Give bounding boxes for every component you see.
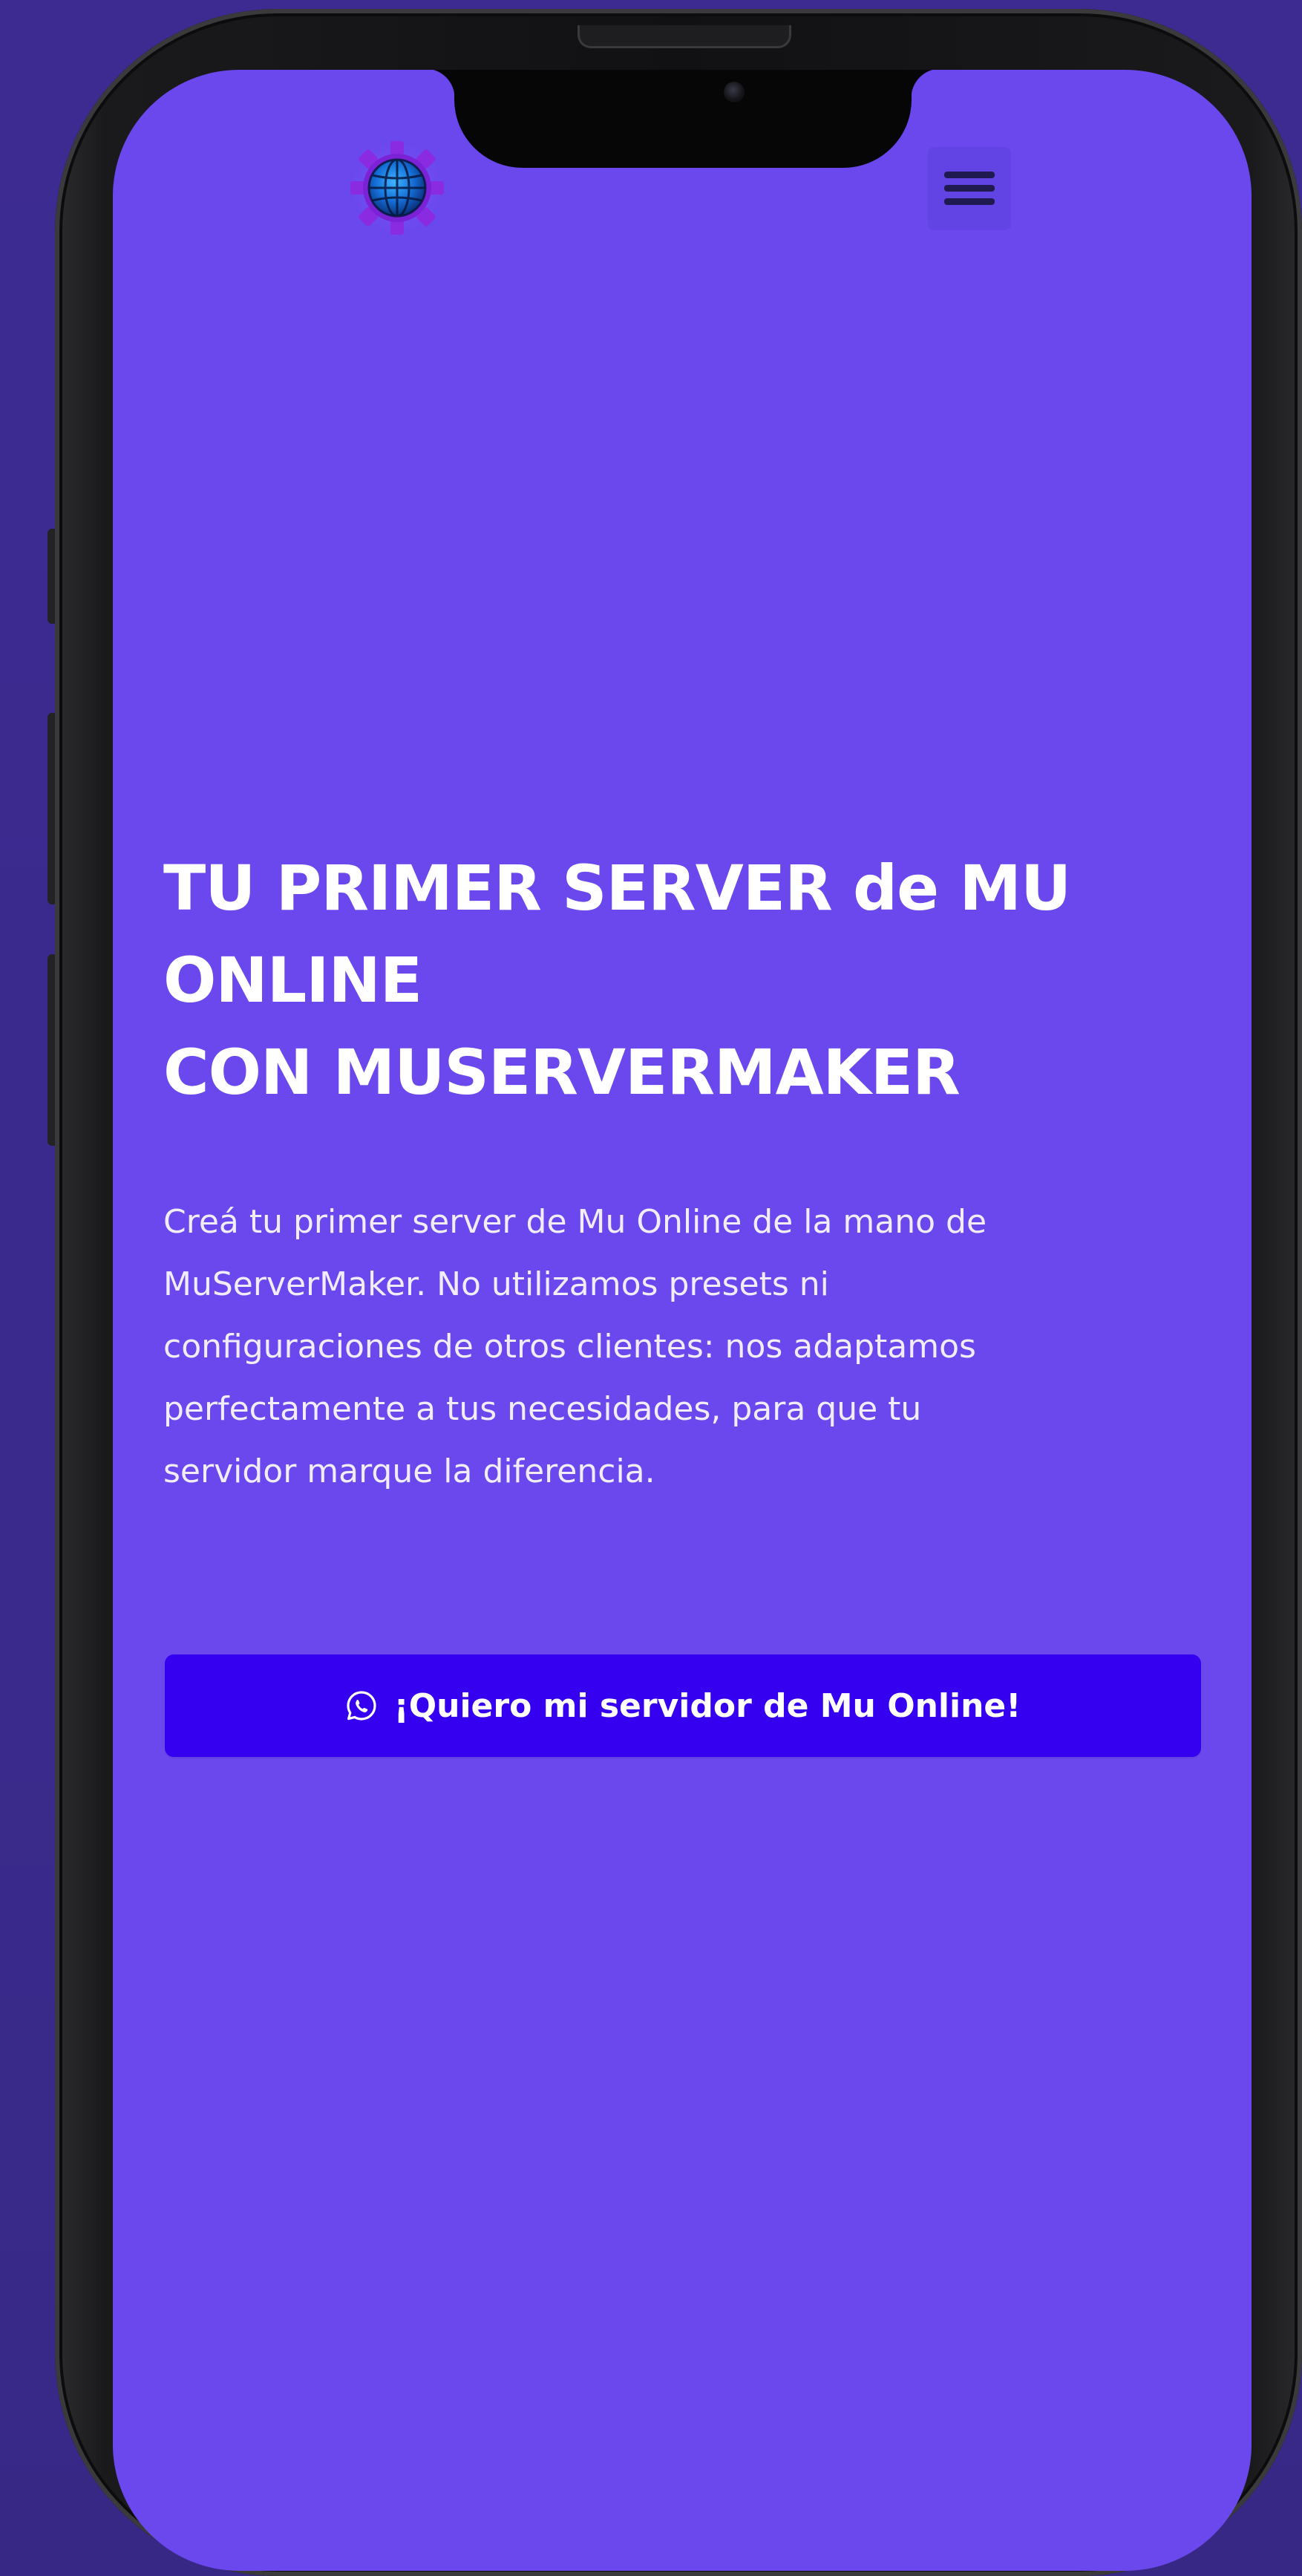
front-camera-icon bbox=[724, 82, 745, 102]
menu-toggle-button[interactable] bbox=[928, 147, 1011, 230]
phone-speaker-grille bbox=[578, 25, 791, 48]
whatsapp-cta-button[interactable]: ¡Quiero mi servidor de Mu Online! bbox=[165, 1654, 1201, 1757]
hero-title-line: TU PRIMER SERVER de MU bbox=[163, 852, 1071, 925]
gear-globe-logo-icon bbox=[345, 136, 449, 240]
hero-title-line: CON MUSERVERMAKER bbox=[163, 1036, 961, 1109]
hero-description-line: perfectamente a tus necesidades, para qu… bbox=[163, 1390, 922, 1428]
phone-notch bbox=[425, 70, 940, 168]
hero-description-line: MuServerMaker. No utilizamos presets ni bbox=[163, 1265, 829, 1303]
hero-description-line: servidor marque la diferencia. bbox=[163, 1452, 655, 1490]
hamburger-menu-icon bbox=[944, 172, 995, 205]
site-logo[interactable] bbox=[344, 135, 450, 241]
hero-title: TU PRIMER SERVER de MU ONLINE CON MUSERV… bbox=[163, 842, 1151, 1118]
hero-description: Creá tu primer server de Mu Online de la… bbox=[163, 1191, 1151, 1503]
hero-section: TU PRIMER SERVER de MU ONLINE CON MUSERV… bbox=[163, 842, 1151, 1503]
phone-screen: TU PRIMER SERVER de MU ONLINE CON MUSERV… bbox=[113, 70, 1252, 2571]
cta-button-label: ¡Quiero mi servidor de Mu Online! bbox=[393, 1686, 1021, 1725]
whatsapp-icon bbox=[347, 1691, 376, 1721]
hero-description-line: configuraciones de otros clientes: nos a… bbox=[163, 1328, 976, 1366]
hero-description-line: Creá tu primer server de Mu Online de la… bbox=[163, 1203, 987, 1241]
hero-title-line: ONLINE bbox=[163, 944, 422, 1017]
